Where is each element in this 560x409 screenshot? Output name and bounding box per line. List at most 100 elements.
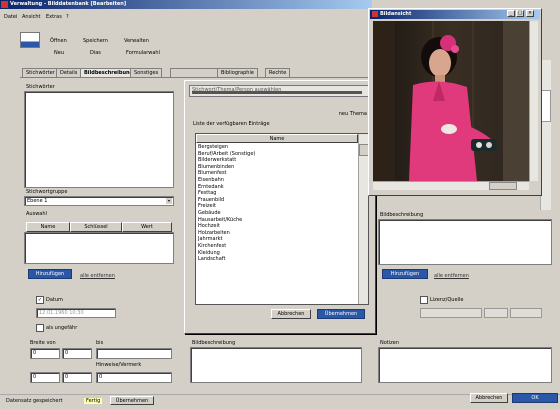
- app-icon: [1, 1, 8, 8]
- menu-help[interactable]: ?: [66, 14, 69, 20]
- date-input-value: 12.01.1960 10:30: [39, 310, 84, 316]
- keywords-textarea[interactable]: [24, 91, 174, 188]
- field-c[interactable]: [96, 348, 172, 359]
- right-remove-link[interactable]: alle entfernen: [434, 273, 469, 279]
- left-remove-link[interactable]: alle entfernen: [80, 273, 115, 279]
- main-scrollbar-thumb[interactable]: [541, 90, 551, 122]
- center-bottom-textarea[interactable]: [190, 347, 362, 383]
- group-select[interactable]: Ebene 1 ▾: [24, 196, 174, 206]
- toolbar-form[interactable]: Formularwahl: [126, 50, 160, 56]
- dialog-hint: Liste der verfügbaren Einträge: [193, 121, 270, 127]
- group-select-value: Ebene 1: [27, 198, 48, 204]
- minimize-icon[interactable]: _: [507, 10, 515, 17]
- field-a[interactable]: 0: [30, 348, 60, 359]
- list-item[interactable]: Blumenbinden: [196, 164, 358, 171]
- license-select-c[interactable]: [510, 308, 542, 318]
- photo-window-title: Bildansicht: [380, 11, 412, 17]
- left-add-button[interactable]: Hinzufügen: [28, 269, 72, 279]
- date-input[interactable]: 12.01.1960 10:30: [36, 308, 116, 318]
- photo-app-icon: [372, 11, 378, 17]
- close-icon[interactable]: ×: [526, 10, 534, 17]
- license-select-b[interactable]: [484, 308, 508, 318]
- photo-image: [373, 21, 529, 181]
- col-header-name[interactable]: Name: [26, 222, 70, 232]
- dialog-top-right-label: neu Thema: [338, 111, 367, 117]
- photo-scrollbar-v[interactable]: [529, 21, 538, 181]
- dialog-list-header[interactable]: Name: [196, 134, 358, 143]
- list-item[interactable]: Freizeit: [196, 203, 358, 210]
- toolbar-logo: [20, 32, 40, 48]
- list-item[interactable]: Holzarbeiten: [196, 230, 358, 237]
- chevron-down-icon: ▾: [166, 198, 172, 204]
- menu-ansicht[interactable]: Ansicht: [22, 14, 40, 20]
- license-checkbox[interactable]: [420, 296, 428, 304]
- license-check-label: Lizenz/Quelle: [430, 297, 464, 303]
- dialog-list-container[interactable]: Name Bergsteigen Beruf/Arbeit (Sonstige) B…: [195, 133, 369, 305]
- maximize-icon[interactable]: □: [516, 10, 524, 17]
- toolbar-new[interactable]: Neu: [54, 50, 64, 56]
- left-top-label: Stichwörter: [26, 84, 55, 90]
- cancel-button[interactable]: Abbrechen: [470, 393, 508, 403]
- field-d-value: 0: [33, 374, 37, 380]
- approx-checkbox[interactable]: [36, 324, 44, 332]
- status-apply-button[interactable]: Übernehmen: [110, 396, 154, 405]
- field-a-value: 0: [33, 350, 37, 356]
- right-bottom-label: Notizen: [380, 340, 400, 346]
- dialog-combo[interactable]: Stichwort/Thema/Person auswählen ▾: [189, 85, 373, 97]
- toolbar-open[interactable]: Öffnen: [50, 38, 67, 44]
- status-left-text: Datensatz gespeichert: [6, 398, 63, 404]
- license-select-a[interactable]: [420, 308, 482, 318]
- list-item[interactable]: Frauenbild: [196, 197, 358, 204]
- list-item[interactable]: Eisenbahn: [196, 177, 358, 184]
- list-item[interactable]: Bilderwerkstatt: [196, 157, 358, 164]
- list-item[interactable]: Erntedank: [196, 184, 358, 191]
- field-f[interactable]: 0: [96, 372, 172, 383]
- keyword-table[interactable]: [24, 232, 174, 264]
- list-item[interactable]: Beruf/Arbeit (Sonstige): [196, 151, 358, 158]
- dialog-items: Bergsteigen Beruf/Arbeit (Sonstige) Bilder…: [196, 144, 358, 263]
- main-title-bar: Verwaltung - Bilddatenbank [Bearbeiten]: [0, 0, 372, 9]
- toolbar-slides[interactable]: Dias: [90, 50, 101, 56]
- field-f-value: 0: [99, 374, 103, 380]
- field-d[interactable]: 0: [30, 372, 60, 383]
- right-bottom-textarea[interactable]: [378, 347, 552, 383]
- col-header-key[interactable]: Schlüssel: [70, 222, 122, 232]
- field-b-value: 0: [65, 350, 69, 356]
- right-textarea[interactable]: [378, 219, 552, 265]
- to-label: bis: [96, 340, 104, 346]
- approx-check-label: als ungefähr: [46, 325, 78, 331]
- list-item[interactable]: Hochzeit: [196, 223, 358, 230]
- keyword-dialog: Stichwort/Thema/Person auswählen ▾ neu T…: [184, 80, 376, 334]
- list-item[interactable]: Kirchenfest: [196, 243, 358, 250]
- dialog-cancel-button[interactable]: Abbrechen: [271, 309, 311, 319]
- list-item[interactable]: Blumenfest: [196, 170, 358, 177]
- field-b[interactable]: 0: [62, 348, 92, 359]
- list-header: Name Schlüssel Wert: [26, 222, 172, 232]
- right-add-button[interactable]: Hinzufügen: [382, 269, 428, 279]
- ok-button[interactable]: OK: [512, 393, 558, 403]
- list-item[interactable]: Jahrmarkt: [196, 236, 358, 243]
- photo-illustration: [373, 21, 529, 181]
- date-checkbox[interactable]: ✓: [36, 296, 44, 304]
- field-e[interactable]: 0: [62, 372, 92, 383]
- list-item[interactable]: Hausarbeit/Küche: [196, 217, 358, 224]
- list-label: Auswahl: [26, 211, 47, 217]
- list-item[interactable]: Festtag: [196, 190, 358, 197]
- from-label: Breite von: [30, 340, 56, 346]
- field-e-value: 0: [65, 374, 69, 380]
- list-item[interactable]: Bergsteigen: [196, 144, 358, 151]
- col-header-value[interactable]: Wert: [122, 222, 172, 232]
- group-label: Stichwortgruppe: [26, 189, 68, 195]
- toolbar-save[interactable]: Speichern: [83, 38, 108, 44]
- list-item[interactable]: Landschaft: [196, 256, 358, 263]
- toolbar-manage[interactable]: Verwalten: [124, 38, 149, 44]
- menu-extras[interactable]: Extras: [46, 14, 62, 20]
- list-item[interactable]: Gebäude: [196, 210, 358, 217]
- right-box-label: Bildbeschreibung: [380, 212, 424, 218]
- menu-datei[interactable]: Datei: [4, 14, 17, 20]
- list-item[interactable]: Kleidung: [196, 250, 358, 257]
- date-check-label: Datum: [46, 297, 63, 303]
- dialog-ok-button[interactable]: Übernehmen: [317, 309, 365, 319]
- photo-scrollbar-thumb[interactable]: [489, 182, 517, 190]
- menu-bar: Datei Ansicht Extras ?: [4, 14, 144, 22]
